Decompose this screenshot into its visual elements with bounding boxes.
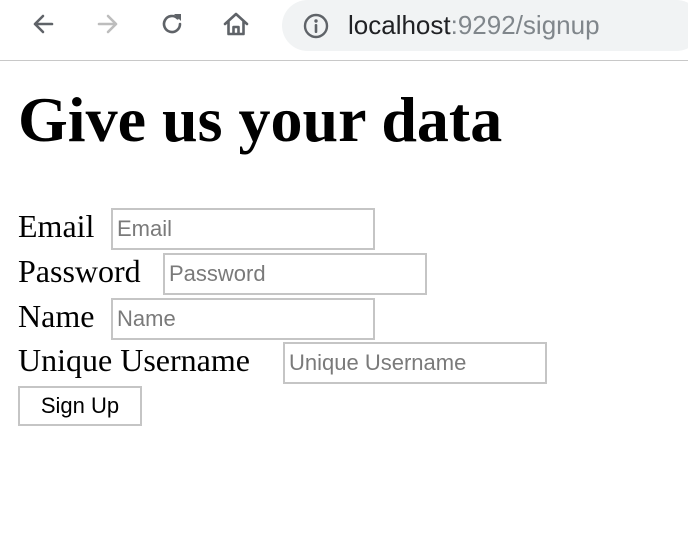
address-bar[interactable]: localhost:9292/signup — [282, 0, 688, 51]
name-label: Name — [18, 298, 95, 334]
email-field[interactable] — [111, 208, 375, 250]
home-icon[interactable] — [221, 9, 251, 39]
reload-icon[interactable] — [157, 9, 187, 39]
url-text[interactable]: localhost:9292/signup — [348, 9, 600, 41]
name-field[interactable] — [111, 298, 375, 340]
password-row: Password — [18, 253, 427, 295]
forward-arrow-icon[interactable] — [93, 9, 123, 39]
info-icon[interactable] — [302, 12, 330, 40]
email-row: Email — [18, 208, 375, 250]
email-label: Email — [18, 208, 95, 244]
browser-toolbar: localhost:9292/signup — [0, 0, 688, 61]
username-row: Unique Username — [18, 342, 547, 384]
password-field[interactable] — [163, 253, 427, 295]
password-label: Password — [18, 253, 141, 289]
name-row: Name — [18, 298, 375, 340]
url-path: :9292/signup — [450, 10, 600, 40]
back-arrow-icon[interactable] — [28, 9, 58, 39]
url-host: localhost — [348, 10, 451, 40]
username-field[interactable] — [283, 342, 547, 384]
sign-up-button[interactable]: Sign Up — [18, 386, 142, 426]
page-title: Give us your data — [18, 84, 503, 155]
username-label: Unique Username — [18, 342, 250, 378]
